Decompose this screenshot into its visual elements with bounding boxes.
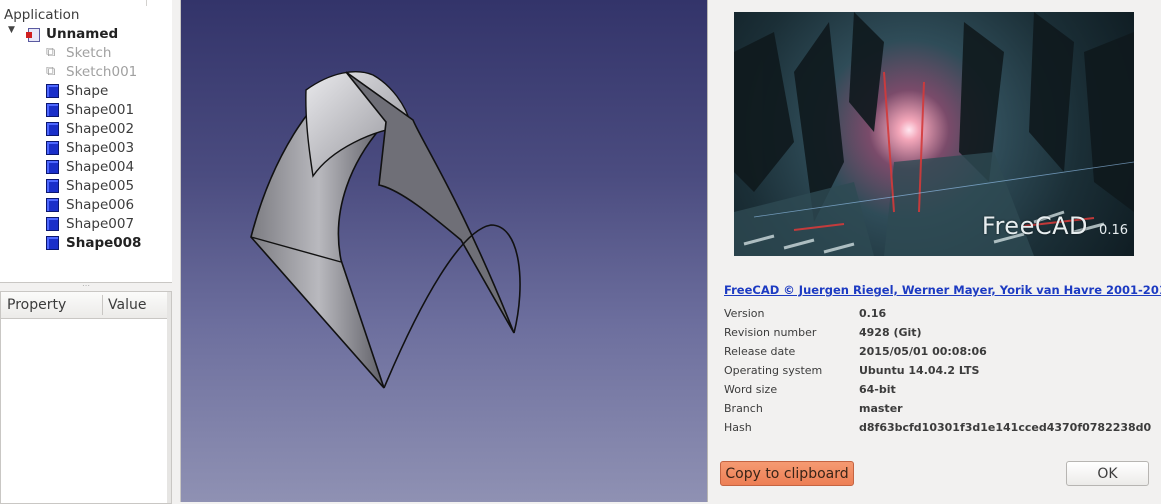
document-icon — [26, 27, 40, 42]
info-key: Hash — [724, 421, 752, 434]
info-key: Word size — [724, 383, 778, 396]
column-header-value[interactable]: Value — [108, 292, 146, 318]
tree-item-label: Unnamed — [46, 26, 119, 42]
tree-item-label: Shape003 — [66, 140, 135, 156]
tree-item-label: Shape008 — [66, 235, 142, 251]
shape-cube-icon — [46, 103, 59, 117]
info-key: Revision number — [724, 326, 817, 339]
tree-header-divider — [146, 0, 147, 6]
property-scrollbar[interactable] — [167, 292, 171, 503]
info-key: Branch — [724, 402, 763, 415]
shape-cube-icon — [46, 217, 59, 231]
sketch-icon: ⧉ — [46, 45, 56, 60]
info-value: 2015/05/01 00:08:06 — [859, 345, 987, 358]
3d-viewport[interactable] — [181, 0, 707, 502]
info-value: 0.16 — [859, 307, 887, 320]
panel-resize-grip-icon[interactable]: ⋯ — [82, 282, 90, 290]
tree-item-label: Shape007 — [66, 216, 135, 232]
model-tree-panel: Application ▼ Unnamed ⧉ Sketch ⧉ Sketch0… — [0, 0, 173, 283]
expand-triangle-icon[interactable]: ▼ — [8, 25, 15, 35]
tree-item-label: Shape004 — [66, 159, 135, 175]
info-key: Version — [724, 307, 765, 320]
property-panel: Property Value — [0, 291, 172, 504]
tree-item-label: Shape005 — [66, 178, 135, 194]
tree-item-label: Shape002 — [66, 121, 135, 137]
sketch-icon: ⧉ — [46, 64, 56, 79]
shape-cube-icon — [46, 236, 59, 250]
splash-version: 0.16 — [1099, 223, 1128, 238]
info-value: master — [859, 402, 903, 415]
ok-button[interactable]: OK — [1066, 461, 1149, 486]
tree-item-label: Shape001 — [66, 102, 135, 118]
about-dialog: FreeCAD 0.16 FreeCAD © Juergen Riegel, W… — [707, 0, 1161, 502]
tree-item-label: Shape — [66, 83, 109, 99]
shape-cube-icon — [46, 198, 59, 212]
info-value: d8f63bcfd10301f3d1e141cced4370f0782238d0 — [859, 421, 1152, 434]
tree-header-application: Application — [4, 7, 80, 23]
panel-splitter[interactable] — [172, 0, 181, 502]
info-value: 64-bit — [859, 383, 896, 396]
splash-title: FreeCAD — [981, 212, 1088, 240]
info-key: Operating system — [724, 364, 823, 377]
column-divider[interactable] — [102, 295, 103, 315]
info-key: Release date — [724, 345, 796, 358]
tree-item-label: Sketch001 — [66, 64, 138, 80]
property-table-header: Property Value — [1, 292, 171, 319]
3d-model-shape — [250, 71, 521, 389]
tree-item-label: Shape006 — [66, 197, 135, 213]
info-value: Ubuntu 14.04.2 LTS — [859, 364, 980, 377]
column-header-property[interactable]: Property — [7, 292, 66, 318]
copy-to-clipboard-button[interactable]: Copy to clipboard — [720, 461, 854, 486]
shape-cube-icon — [46, 179, 59, 193]
shape-cube-icon — [46, 160, 59, 174]
info-value: 4928 (Git) — [859, 326, 922, 339]
shape-cube-icon — [46, 141, 59, 155]
splash-image: FreeCAD 0.16 — [734, 12, 1134, 256]
tree-item-label: Sketch — [66, 45, 112, 61]
shape-cube-icon — [46, 122, 59, 136]
copyright-link[interactable]: FreeCAD © Juergen Riegel, Werner Mayer, … — [724, 283, 1161, 297]
shape-cube-icon — [46, 84, 59, 98]
